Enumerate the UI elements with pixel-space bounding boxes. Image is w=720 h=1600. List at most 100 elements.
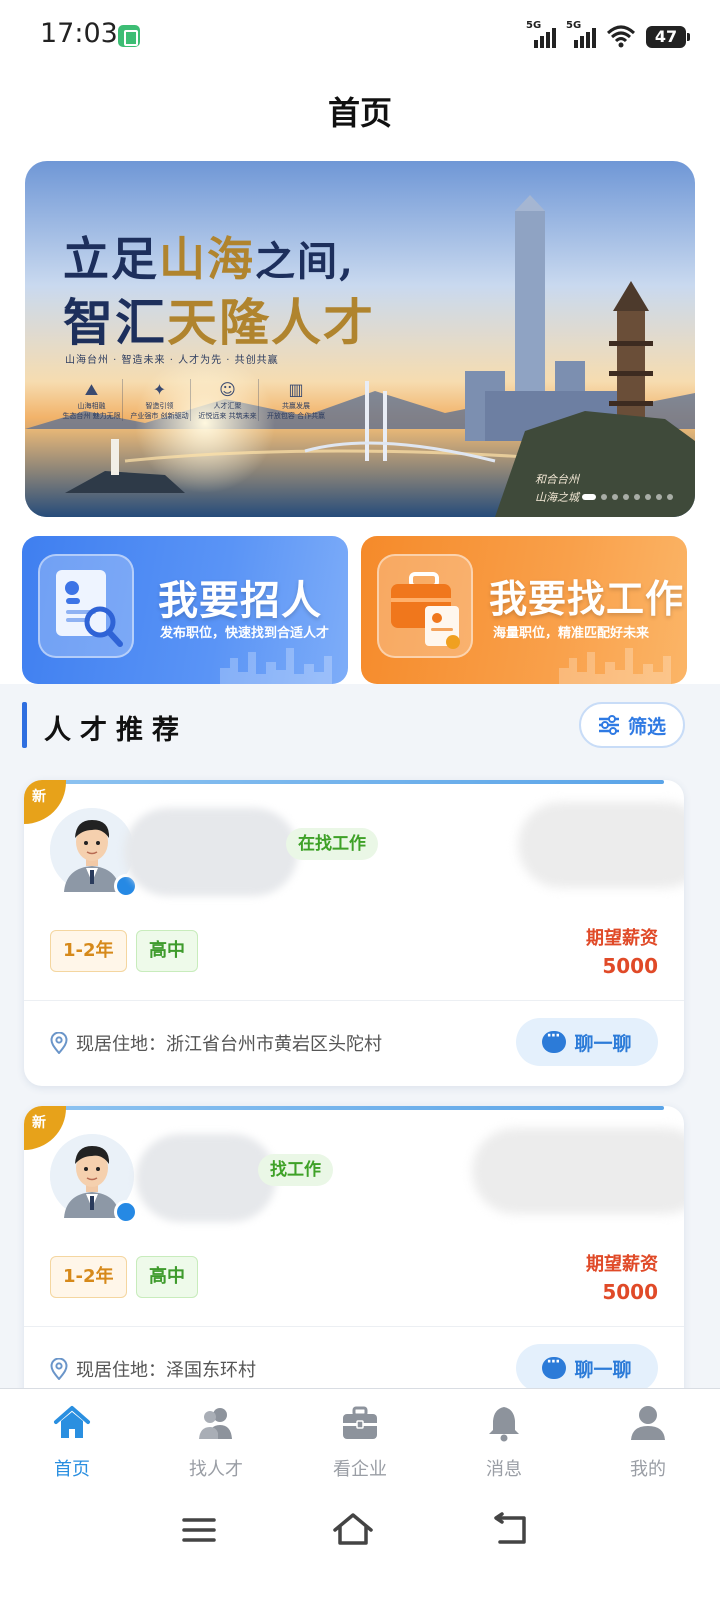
clock: 17:03 bbox=[40, 18, 118, 49]
find-job-subtitle: 海量职位，精准匹配好未来 bbox=[493, 626, 650, 641]
carousel-dot[interactable] bbox=[667, 494, 673, 500]
redacted-info bbox=[472, 1128, 684, 1214]
back-icon[interactable] bbox=[488, 1510, 534, 1550]
bell-icon bbox=[489, 1407, 519, 1442]
city-silhouette-decoration bbox=[559, 648, 671, 684]
cell-signal-icon: 5G bbox=[566, 20, 596, 48]
recruit-title: 我要招人 bbox=[158, 578, 322, 624]
location-text: 现居住地：浙江省台州市黄岩区头陀村 bbox=[76, 1034, 382, 1055]
verified-icon bbox=[114, 1200, 138, 1224]
nav-messages[interactable]: 消息 bbox=[432, 1389, 576, 1486]
salary-value: 5000 bbox=[602, 954, 658, 978]
building-icon: ▥ bbox=[288, 380, 304, 399]
home-icon bbox=[54, 1406, 90, 1438]
education-tag: 高中 bbox=[136, 1256, 198, 1298]
redacted-name bbox=[124, 808, 298, 896]
location-text: 现居住地：泽国东环村 bbox=[76, 1360, 256, 1381]
experience-tag: 1-2年 bbox=[50, 1256, 127, 1298]
card-accent-line bbox=[54, 780, 664, 784]
promo-banner[interactable]: 立足山海之间, 智汇天隆人才 山海台州 · 智造未来 · 人才为先 · 共创共赢… bbox=[25, 161, 695, 517]
carousel-dot[interactable] bbox=[582, 494, 596, 500]
briefcase-icon bbox=[343, 1406, 377, 1439]
card-divider bbox=[24, 1326, 684, 1327]
filter-label: 筛选 bbox=[627, 715, 666, 738]
cell-signal-icon: 5G bbox=[526, 20, 556, 48]
chat-label: 聊一聊 bbox=[574, 1032, 632, 1055]
carousel-dot[interactable] bbox=[656, 494, 662, 500]
job-status-badge: 在找工作 bbox=[286, 828, 378, 860]
banner-headline-2: 智汇天隆人才 bbox=[63, 293, 375, 352]
system-navigation-bar bbox=[0, 1486, 720, 1600]
lightbulb-icon: ✦ bbox=[152, 380, 167, 399]
page-title: 首页 bbox=[327, 94, 392, 132]
chat-bubble-icon bbox=[542, 1028, 567, 1053]
nav-find-talent[interactable]: 找人才 bbox=[144, 1389, 288, 1486]
job-status-badge: 找工作 bbox=[258, 1154, 333, 1186]
status-indicators: 5G 5G 47 bbox=[526, 20, 690, 48]
salary-label: 期望薪资 bbox=[586, 1254, 658, 1275]
nav-label: 看企业 bbox=[333, 1459, 387, 1480]
carousel-indicator[interactable] bbox=[582, 494, 673, 500]
nav-label: 找人才 bbox=[189, 1459, 243, 1480]
battery-icon: 47 bbox=[646, 26, 690, 48]
people-icon: ☺ bbox=[219, 380, 236, 399]
banner-subline: 山海台州 · 智造未来 · 人才为先 · 共创共赢 bbox=[65, 355, 279, 366]
filter-button[interactable]: 筛选 bbox=[579, 702, 685, 748]
recruit-subtitle: 发布职位，快速找到合适人才 bbox=[160, 626, 330, 641]
home-button-icon[interactable] bbox=[330, 1510, 376, 1550]
user-icon bbox=[631, 1406, 665, 1440]
city-silhouette-decoration bbox=[220, 648, 332, 684]
chat-button[interactable]: 聊一聊 bbox=[516, 1344, 658, 1388]
app-notification-icon bbox=[118, 25, 140, 47]
nav-label: 消息 bbox=[486, 1459, 522, 1480]
experience-tag: 1-2年 bbox=[50, 930, 127, 972]
redacted-name bbox=[136, 1134, 276, 1222]
banner-feature: ✦ 智造引领 产业强市 创新驱动 bbox=[129, 379, 191, 421]
sliders-icon bbox=[598, 715, 619, 735]
status-bar: 17:03 5G 5G 47 bbox=[0, 0, 720, 72]
redacted-info bbox=[518, 802, 684, 888]
carousel-dot[interactable] bbox=[634, 494, 640, 500]
avatar[interactable] bbox=[50, 808, 138, 898]
chat-bubble-icon bbox=[542, 1354, 567, 1379]
wifi-icon bbox=[606, 25, 636, 48]
recruit-button[interactable]: 我要招人 发布职位，快速找到合适人才 bbox=[22, 536, 348, 684]
people-icon bbox=[199, 1408, 232, 1439]
talent-card[interactable]: 新 在找工作 1-2年 高中 期望薪资 5000 现居住地：浙江省台州市黄岩区头… bbox=[24, 780, 684, 1086]
talent-card[interactable]: 新 找工作 1-2年 高中 期望薪资 5000 现居住地：泽国东环村 ··· 聊… bbox=[24, 1106, 684, 1388]
app-screen: 17:03 5G 5G 47 首页 立足山海之间, 智汇天隆人才 山海台州 · … bbox=[0, 0, 720, 1600]
section-accent-bar bbox=[22, 702, 27, 748]
menu-icon[interactable] bbox=[176, 1510, 222, 1550]
nav-home[interactable]: 首页 bbox=[0, 1389, 144, 1486]
find-job-button[interactable]: 我要找工作 海量职位，精准匹配好未来 bbox=[361, 536, 687, 684]
bottom-nav: 首页 找人才 看企业 消息 我的 bbox=[0, 1388, 720, 1486]
nav-label: 我的 bbox=[630, 1459, 666, 1480]
nav-profile[interactable]: 我的 bbox=[576, 1389, 720, 1486]
banner-feature: ⛰ 山海相融 生态台州 魅力无限 bbox=[61, 379, 123, 421]
avatar[interactable] bbox=[50, 1134, 138, 1224]
banner-feature-list: ⛰ 山海相融 生态台州 魅力无限 ✦ 智造引领 产业强市 创新驱动 ☺ 人才汇聚 近悦远来 … bbox=[61, 379, 327, 421]
nav-companies[interactable]: 看企业 bbox=[288, 1389, 432, 1486]
find-job-title: 我要找工作 bbox=[489, 577, 685, 621]
section-title: 人才推荐 bbox=[44, 715, 188, 746]
education-tag: 高中 bbox=[136, 930, 198, 972]
chat-label: 聊一聊 bbox=[574, 1358, 632, 1381]
carousel-dot[interactable] bbox=[645, 494, 651, 500]
chat-button[interactable]: 聊一聊 bbox=[516, 1018, 658, 1066]
card-divider bbox=[24, 1000, 684, 1001]
talent-section: 人才推荐 筛选 新 在找工作 1-2年 高中 期望薪资 5000 现居住地：浙江… bbox=[0, 684, 720, 1388]
briefcase-icon bbox=[377, 554, 473, 658]
salary-label: 期望薪资 bbox=[586, 928, 658, 949]
salary-value: 5000 bbox=[602, 1280, 658, 1304]
resume-search-icon bbox=[38, 554, 134, 658]
banner-headline-1: 立足山海之间, bbox=[63, 232, 355, 286]
carousel-dot[interactable] bbox=[612, 494, 618, 500]
banner-seal: 和合台州 山海之城 bbox=[535, 473, 579, 504]
carousel-dot[interactable] bbox=[623, 494, 629, 500]
location-pin-icon bbox=[50, 1032, 68, 1054]
location-pin-icon bbox=[50, 1358, 68, 1380]
banner-feature: ▥ 共赢发展 开放包容 合作共赢 bbox=[266, 380, 326, 420]
mountain-icon: ⛰ bbox=[84, 380, 99, 399]
card-accent-line bbox=[54, 1106, 664, 1110]
carousel-dot[interactable] bbox=[601, 494, 607, 500]
